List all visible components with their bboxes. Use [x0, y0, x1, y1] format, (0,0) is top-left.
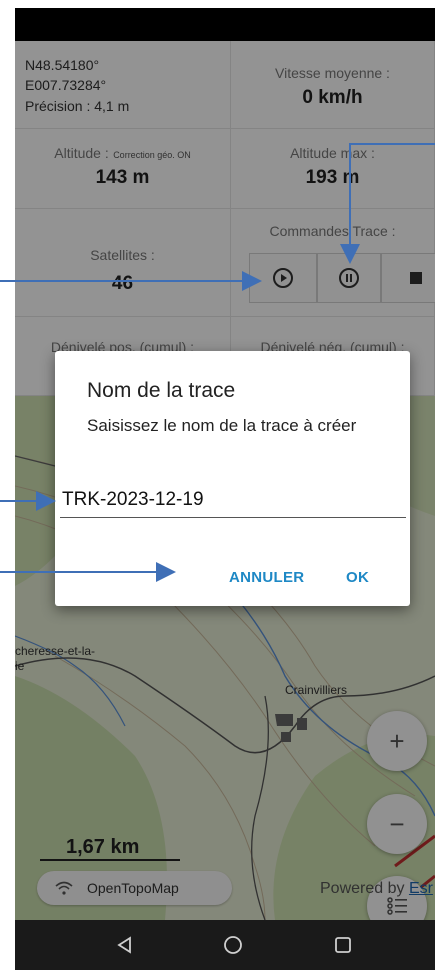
annotation-arrows: [0, 143, 435, 582]
arrow-to-pause-button: [340, 143, 435, 264]
